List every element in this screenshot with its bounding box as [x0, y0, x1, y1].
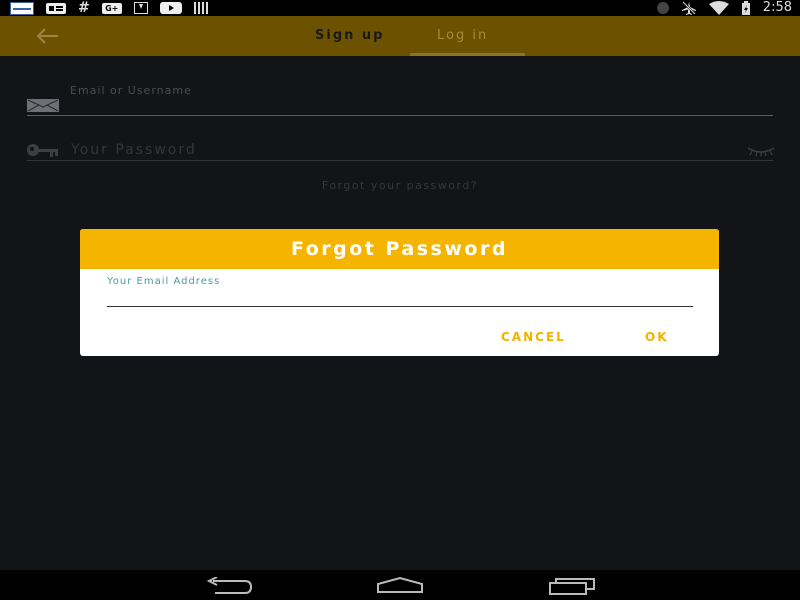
dialog-header: Forgot Password: [80, 229, 719, 269]
nav-back-icon[interactable]: [205, 577, 253, 595]
system-icons: 2:58: [656, 0, 792, 16]
app-screen: # G+ 2:58 Sign up Log in Email or Userna…: [0, 0, 800, 600]
hashtag-icon: #: [78, 0, 90, 16]
password-input[interactable]: Your Password: [71, 142, 197, 158]
email-username-label: Email or Username: [70, 84, 192, 97]
tab-sign-up[interactable]: Sign up: [315, 28, 384, 44]
card-icon: [46, 2, 66, 14]
forgot-password-dialog: Forgot Password Your Email Address CANCE…: [80, 229, 719, 356]
app-bar: Sign up Log in: [0, 16, 800, 56]
email-address-label: Your Email Address: [107, 276, 221, 287]
password-field-underline: [27, 160, 773, 161]
navigation-bar: [0, 570, 800, 600]
wifi-icon: [708, 1, 729, 15]
back-arrow-icon[interactable]: [34, 26, 62, 46]
download-icon: [133, 2, 148, 14]
news-icon: [10, 1, 34, 15]
battery-charging-icon: [741, 1, 750, 15]
status-bar: # G+ 2:58: [0, 0, 800, 16]
eye-closed-icon[interactable]: [746, 146, 776, 156]
tab-indicator: [410, 53, 525, 56]
youtube-icon: [159, 2, 182, 14]
tab-log-in[interactable]: Log in: [437, 28, 488, 44]
barcode-icon: [193, 2, 210, 14]
forgot-password-link[interactable]: Forgot your password?: [0, 179, 800, 192]
ok-button[interactable]: OK: [645, 329, 669, 345]
email-address-input[interactable]: [107, 289, 693, 307]
cancel-button[interactable]: CANCEL: [501, 329, 566, 345]
google-plus-icon: G+: [101, 2, 122, 14]
bluetooth-icon: [656, 2, 669, 14]
email-username-field[interactable]: [27, 115, 773, 116]
dialog-title: Forgot Password: [291, 238, 508, 260]
airplane-mode-icon: [681, 1, 696, 15]
clock: 2:58: [762, 0, 792, 15]
key-icon: [27, 144, 58, 157]
nav-home-icon[interactable]: [375, 576, 425, 594]
notification-icons: # G+: [10, 1, 210, 15]
nav-recent-apps-icon[interactable]: [548, 577, 596, 595]
mail-icon: [27, 99, 59, 112]
